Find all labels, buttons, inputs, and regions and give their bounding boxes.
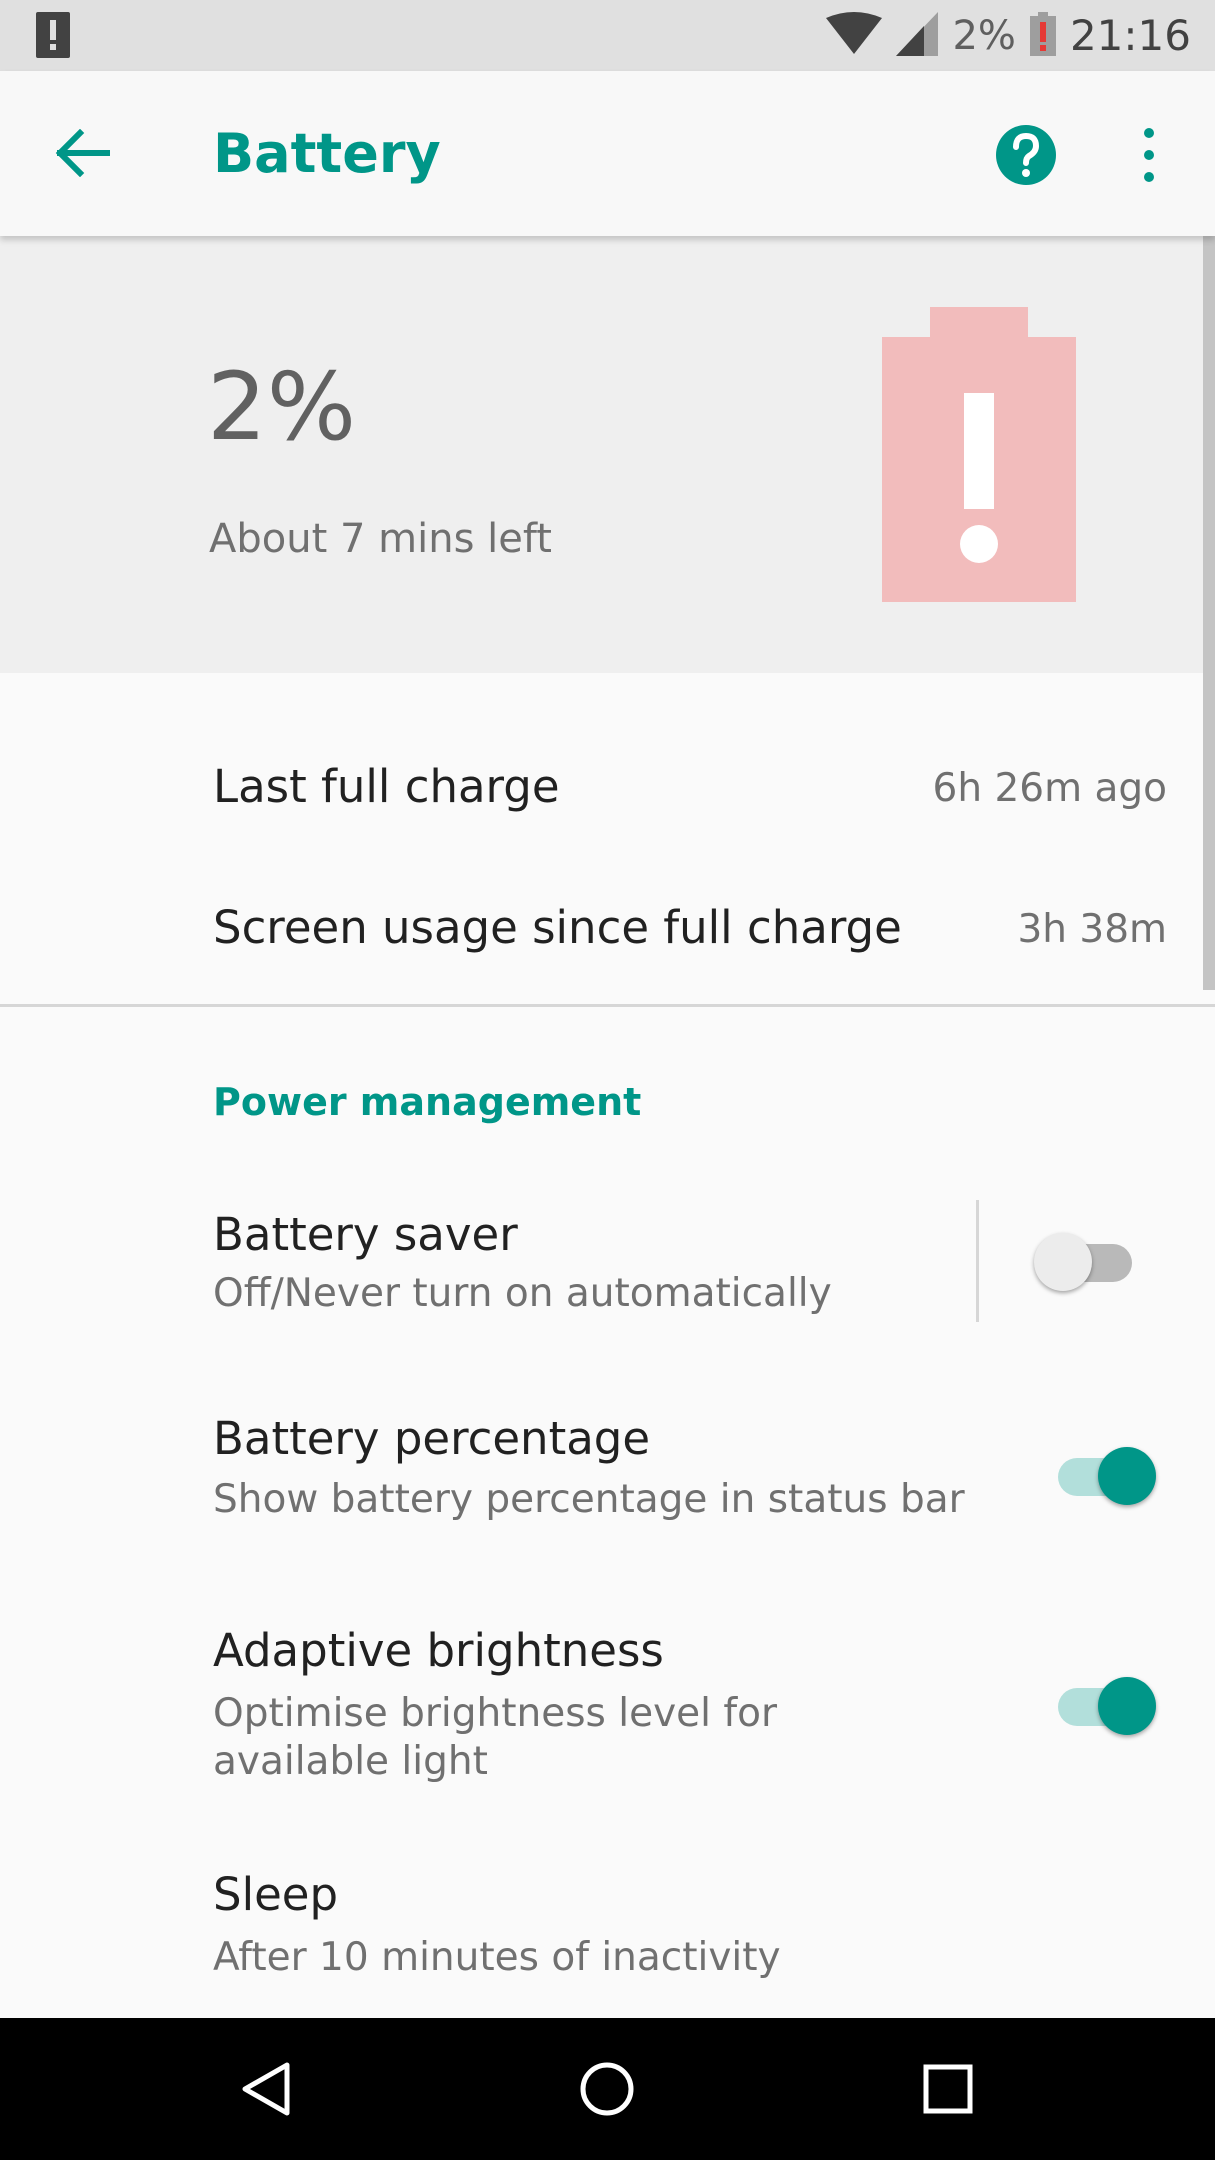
battery-settings-screen: 2% 21:16 Battery 2% About 7 mins left La… <box>0 0 1215 2160</box>
battery-alert-large-icon <box>882 307 1076 602</box>
adaptive-brightness-toggle[interactable] <box>1052 1672 1156 1736</box>
status-icons: 2% 21:16 <box>826 0 1191 71</box>
screen-usage-value: 3h 38m <box>1017 907 1167 952</box>
navigation-bar <box>0 2018 1215 2160</box>
wifi-icon <box>826 11 883 60</box>
app-toolbar: Battery <box>0 71 1215 236</box>
status-time: 21:16 <box>1069 11 1191 60</box>
nav-recents-button[interactable] <box>903 2046 993 2136</box>
battery-alert-icon <box>36 12 70 58</box>
nav-back-button[interactable] <box>222 2046 312 2136</box>
back-button[interactable] <box>40 113 124 197</box>
last-full-charge-row: Last full charge 6h 26m ago <box>0 722 1215 862</box>
more-options-button[interactable] <box>1125 119 1173 191</box>
battery-saver-summary: Off/Never turn on automatically <box>213 1271 832 1316</box>
help-circle-icon <box>990 125 1062 195</box>
battery-percentage-toggle[interactable] <box>1052 1442 1156 1506</box>
divider <box>0 1004 1215 1007</box>
cell-signal-icon <box>896 11 939 60</box>
battery-percentage-summary: Show battery percentage in status bar <box>213 1477 965 1522</box>
battery-level: 2% <box>207 353 357 462</box>
status-battery-percent: 2% <box>952 12 1016 59</box>
screen-usage-row: Screen usage since full charge 3h 38m <box>0 863 1215 1003</box>
battery-saver-item[interactable]: Battery saver Off/Never turn on automati… <box>0 1170 1215 1350</box>
battery-saver-title: Battery saver <box>213 1208 518 1261</box>
sleep-summary: After 10 minutes of inactivity <box>213 1935 781 1980</box>
last-full-charge-value: 6h 26m ago <box>932 766 1167 811</box>
toggle-thumb <box>1098 1677 1156 1735</box>
status-bar: 2% 21:16 <box>0 0 1215 71</box>
battery-low-icon <box>1029 11 1056 60</box>
adaptive-brightness-title: Adaptive brightness <box>213 1624 664 1677</box>
nav-home-icon <box>577 2059 637 2123</box>
adaptive-brightness-item[interactable]: Adaptive brightness Optimise brightness … <box>0 1590 1215 1810</box>
last-full-charge-label: Last full charge <box>213 760 560 813</box>
battery-header[interactable]: 2% About 7 mins left <box>0 236 1215 673</box>
battery-time-remaining: About 7 mins left <box>209 516 552 562</box>
help-button[interactable] <box>990 119 1062 191</box>
arrow-back-icon <box>54 128 111 181</box>
toggle-thumb <box>1034 1233 1092 1291</box>
page-title: Battery <box>213 122 441 185</box>
toggle-thumb <box>1098 1447 1156 1505</box>
power-management-header: Power management <box>213 1080 642 1124</box>
more-vert-icon <box>1125 128 1173 195</box>
nav-back-icon <box>237 2059 297 2123</box>
battery-percentage-title: Battery percentage <box>213 1412 651 1465</box>
sleep-title: Sleep <box>213 1868 339 1921</box>
adaptive-brightness-summary: Optimise brightness level for available … <box>213 1691 778 1784</box>
screen-usage-label: Screen usage since full charge <box>213 901 902 954</box>
vertical-separator <box>976 1200 979 1322</box>
battery-saver-toggle[interactable] <box>1034 1228 1138 1292</box>
battery-percentage-item[interactable]: Battery percentage Show battery percenta… <box>0 1370 1215 1560</box>
sleep-item[interactable]: Sleep After 10 minutes of inactivity <box>0 1840 1215 2018</box>
nav-home-button[interactable] <box>562 2046 652 2136</box>
nav-recents-icon <box>918 2059 978 2123</box>
